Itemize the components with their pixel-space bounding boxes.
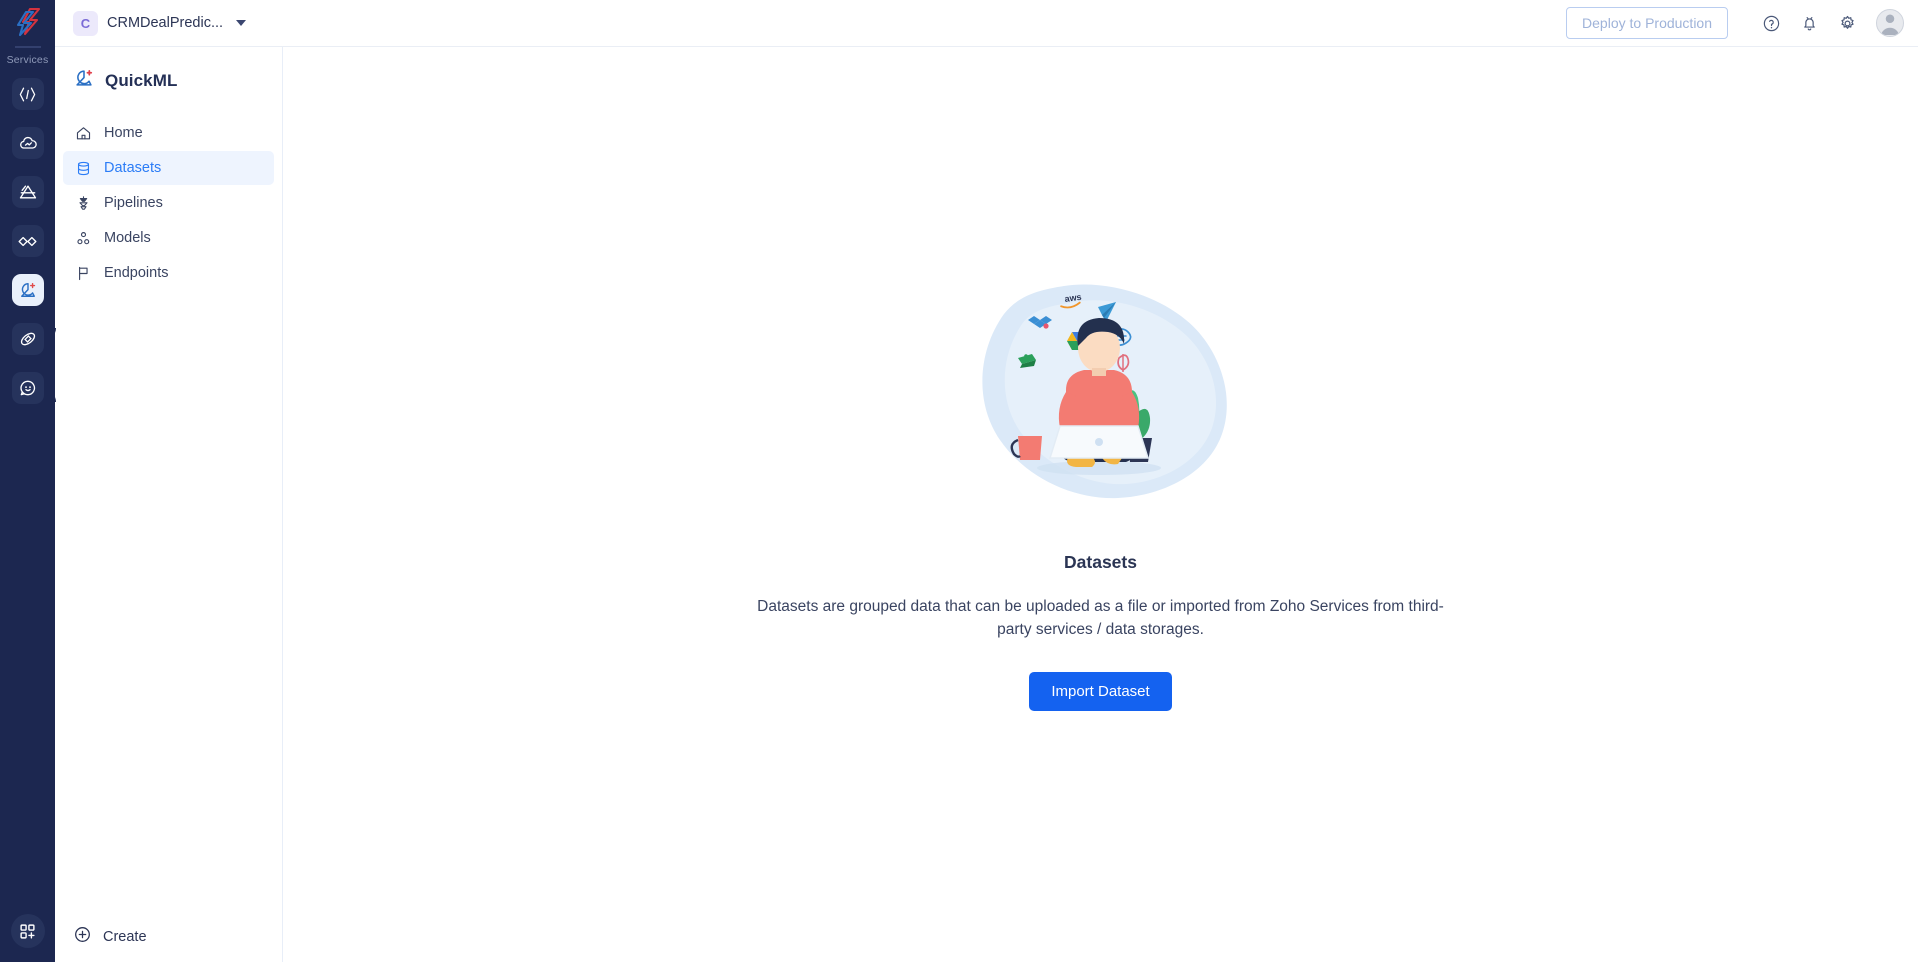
topbar-actions: Deploy to Production xyxy=(1566,6,1904,40)
empty-state-description: Datasets are grouped data that can be up… xyxy=(757,598,1444,639)
bell-icon[interactable] xyxy=(1792,6,1826,40)
quickml-brand-name: QuickML xyxy=(105,70,178,90)
rail-section-label: Services xyxy=(6,54,49,66)
quickml-logo-icon xyxy=(73,67,95,94)
project-name: CRMDealPredic... xyxy=(107,15,224,31)
sidebar-item-datasets[interactable]: Datasets xyxy=(63,151,274,185)
rail-item-code-service-icon[interactable] xyxy=(11,78,44,110)
project-selector[interactable]: C CRMDealPredic... xyxy=(73,10,247,36)
right-column: C CRMDealPredic... Deploy to Production xyxy=(55,0,1918,962)
help-circle-icon[interactable] xyxy=(1754,6,1788,40)
rail-divider xyxy=(14,46,41,48)
topbar: C CRMDealPredic... Deploy to Production xyxy=(55,0,1918,47)
rail-item-connect-service-icon[interactable] xyxy=(11,225,44,257)
flag-icon xyxy=(75,265,92,282)
main-content: aws Datasets Datasets are grouped data t… xyxy=(283,47,1918,962)
rail-item-orbit-service-icon[interactable] xyxy=(11,323,44,355)
chevron-down-icon[interactable] xyxy=(236,20,247,26)
user-avatar[interactable] xyxy=(1876,9,1904,37)
database-icon xyxy=(75,160,92,177)
sidebar-item-label: Models xyxy=(104,230,151,246)
rail-item-quickml-service-icon[interactable] xyxy=(11,274,44,306)
models-nodes-icon xyxy=(75,230,92,247)
sidebar-footer: Create xyxy=(55,925,282,962)
gear-icon[interactable] xyxy=(1830,6,1864,40)
add-apps-grid-icon[interactable] xyxy=(10,914,45,948)
pipeline-funnel-icon xyxy=(75,195,92,212)
sidebar-item-home[interactable]: Home xyxy=(63,116,274,150)
quickml-sidebar: QuickML Home Datasets Pipelines Models E… xyxy=(55,47,283,962)
sidebar-item-label: Endpoints xyxy=(104,265,169,281)
rail-item-cloud-service-icon[interactable] xyxy=(11,127,44,159)
services-rail: Services xyxy=(0,0,55,962)
sidebar-item-label: Home xyxy=(104,125,143,141)
sidebar-nav: Home Datasets Pipelines Models Endpoints xyxy=(55,116,282,290)
project-initial-badge: C xyxy=(73,10,98,36)
person-with-laptop-illustration: aws xyxy=(981,284,1227,499)
body: QuickML Home Datasets Pipelines Models E… xyxy=(55,47,1918,962)
page-title: Datasets xyxy=(1064,552,1137,572)
sidebar-item-label: Pipelines xyxy=(104,195,163,211)
sidebar-item-pipelines[interactable]: Pipelines xyxy=(63,186,274,220)
rail-item-chat-service-icon[interactable] xyxy=(11,372,44,404)
sidebar-item-models[interactable]: Models xyxy=(63,221,274,255)
deploy-to-production-button[interactable]: Deploy to Production xyxy=(1566,7,1728,39)
create-label: Create xyxy=(103,928,147,945)
empty-state: aws Datasets Datasets are grouped data t… xyxy=(721,262,1481,711)
sidebar-item-endpoints[interactable]: Endpoints xyxy=(63,256,274,290)
rail-item-flow-service-icon[interactable] xyxy=(11,176,44,208)
home-icon xyxy=(75,125,92,142)
sidebar-item-label: Datasets xyxy=(104,160,162,176)
quickml-brand[interactable]: QuickML xyxy=(55,47,282,116)
app-root: Services C CRMDealPredic... Deploy to Pr… xyxy=(0,0,1918,962)
plus-circle-icon xyxy=(73,925,92,948)
create-button[interactable]: Create xyxy=(73,925,282,948)
zoho-logo-icon[interactable] xyxy=(0,2,55,42)
import-dataset-button[interactable]: Import Dataset xyxy=(1029,671,1172,711)
